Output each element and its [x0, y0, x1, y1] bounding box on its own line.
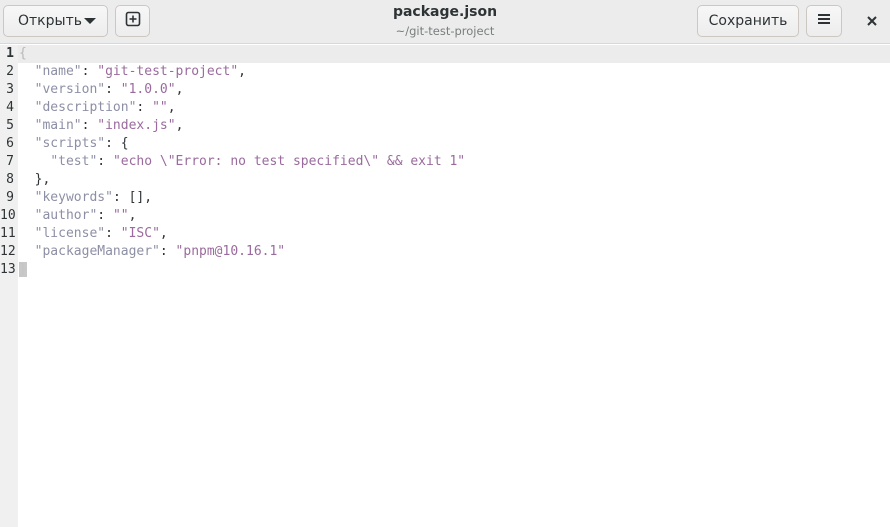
json-punctuation: ,: [238, 64, 246, 79]
json-separator: :: [105, 136, 121, 151]
current-line-highlight: [18, 45, 890, 63]
code-text: "main": "index.js",: [19, 117, 184, 135]
main-menu-button[interactable]: [806, 5, 842, 37]
text-editor-area[interactable]: 1 {2 "name": "git-test-project", 3 "versio…: [0, 45, 890, 527]
text-editor-window: Открыть package.json ~/git-test-project …: [0, 0, 890, 527]
json-value: "": [112, 208, 129, 223]
header-bar: Открыть package.json ~/git-test-project …: [0, 0, 890, 44]
line-number: 5: [6, 118, 14, 133]
json-punctuation: {: [120, 136, 129, 151]
code-text: "version": "1.0.0",: [19, 81, 184, 99]
line-number: 4: [6, 100, 14, 115]
json-key: "test": [50, 154, 98, 169]
json-key: "version": [34, 82, 106, 97]
line-number: 1: [6, 46, 14, 61]
json-value: "index.js": [97, 118, 176, 133]
line-number: 2: [6, 64, 14, 79]
json-punctuation: }: [19, 262, 27, 277]
json-key: "keywords": [34, 190, 113, 205]
window-title-block: package.json ~/git-test-project: [300, 3, 590, 40]
json-value: "pnpm@10.16.1": [175, 244, 286, 259]
code-text: "scripts": {: [19, 135, 129, 153]
json-separator: :: [97, 154, 113, 169]
json-punctuation: ,: [128, 208, 137, 223]
json-key: "packageManager": [34, 244, 160, 259]
code-text: "packageManager": "pnpm@10.16.1": [19, 243, 285, 261]
open-button-label: Открыть: [18, 13, 82, 29]
new-tab-icon: [125, 11, 141, 31]
json-separator: :: [136, 100, 153, 115]
json-value: "ISC": [120, 226, 160, 241]
json-key: "name": [34, 64, 82, 79]
json-punctuation: },: [34, 172, 51, 187]
code-text: "name": "git-test-project",: [19, 63, 246, 81]
json-punctuation: ,: [167, 100, 176, 115]
json-punctuation: ,: [159, 226, 168, 241]
open-button[interactable]: Открыть: [3, 5, 108, 37]
json-key: "main": [34, 118, 82, 133]
line-number: 6: [6, 136, 14, 151]
json-separator: :: [105, 226, 121, 241]
code-text: "test": "echo \"Error: no test specified…: [19, 153, 465, 171]
line-number: 8: [6, 172, 14, 187]
json-separator: :: [159, 244, 176, 259]
code-text: "license": "ISC",: [19, 225, 168, 243]
hamburger-menu-icon: [816, 11, 832, 31]
json-punctuation: ,: [175, 118, 184, 133]
chevron-down-icon: [84, 18, 96, 24]
json-punctuation: {: [19, 46, 27, 61]
save-button[interactable]: Сохранить: [697, 5, 799, 37]
close-icon: [866, 12, 878, 31]
document-path: ~/git-test-project: [395, 24, 495, 38]
code-text: },: [19, 171, 51, 189]
save-button-label: Сохранить: [708, 13, 788, 29]
close-window-button[interactable]: [856, 5, 888, 37]
json-punctuation: ,: [175, 82, 184, 97]
code-text: "author": "",: [19, 207, 137, 225]
line-number: 12: [0, 244, 16, 259]
json-value: "echo \"Error: no test specified\" && ex…: [112, 154, 466, 169]
line-number: 11: [0, 226, 16, 241]
code-text: }: [19, 261, 27, 279]
json-separator: :: [112, 190, 129, 205]
line-number: 13: [0, 262, 16, 277]
json-separator: :: [97, 208, 113, 223]
json-key: "description": [34, 100, 137, 115]
json-key: "scripts": [34, 136, 106, 151]
line-number: 7: [6, 154, 14, 169]
json-punctuation: [],: [128, 190, 153, 205]
line-number: 9: [6, 190, 14, 205]
line-number: 10: [0, 208, 16, 223]
json-key: "license": [34, 226, 106, 241]
document-title: package.json: [392, 4, 498, 20]
code-text: {: [19, 45, 27, 63]
new-tab-button[interactable]: [115, 5, 150, 37]
json-separator: :: [81, 118, 98, 133]
json-separator: :: [105, 82, 121, 97]
json-separator: :: [81, 64, 98, 79]
json-value: "": [152, 100, 168, 115]
code-text: "keywords": [],: [19, 189, 152, 207]
json-value: "git-test-project": [97, 64, 239, 79]
json-key: "author": [34, 208, 98, 223]
code-text: "description": "",: [19, 99, 176, 117]
line-number: 3: [6, 82, 14, 97]
json-value: "1.0.0": [120, 82, 176, 97]
